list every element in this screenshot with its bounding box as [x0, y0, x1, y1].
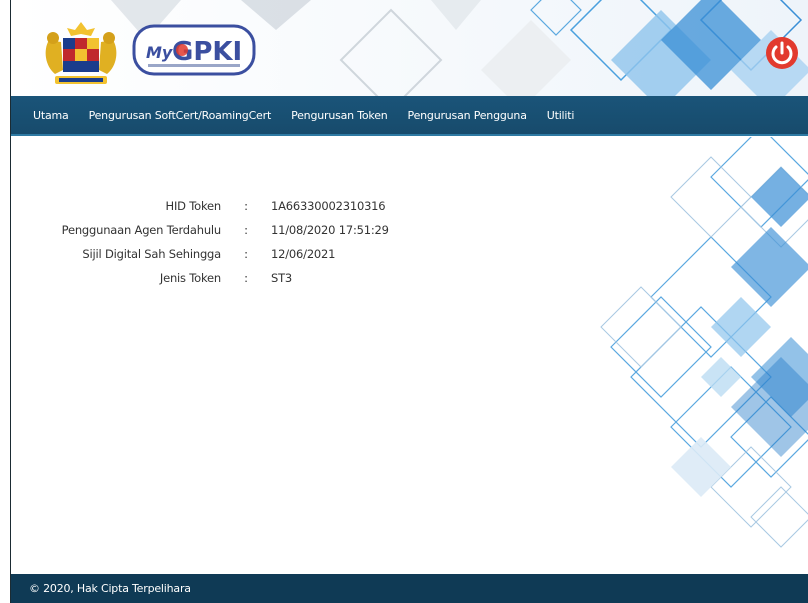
token-info-row: HID Token : 1A66330002310316	[11, 194, 389, 218]
footer-bar: © 2020, Hak Cipta Terpelihara	[11, 574, 808, 603]
token-info-row: Jenis Token : ST3	[11, 266, 389, 290]
header-banner: My GPKI	[11, 0, 808, 96]
nav-item-utama[interactable]: Utama	[33, 109, 69, 122]
nav-item-pengurusan-softcert[interactable]: Pengurusan SoftCert/RoamingCert	[89, 109, 272, 122]
main-content: HID Token : 1A66330002310316 Penggunaan …	[11, 137, 808, 574]
last-agent-usage-label: Penggunaan Agen Terdahulu	[61, 223, 222, 237]
nav-item-pengurusan-pengguna[interactable]: Pengurusan Pengguna	[408, 109, 527, 122]
malaysia-crest-logo	[45, 22, 117, 84]
main-navbar: Utama Pengurusan SoftCert/RoamingCert Pe…	[11, 96, 808, 136]
power-icon[interactable]	[765, 36, 799, 70]
hid-token-value: 1A66330002310316	[271, 199, 386, 213]
separator-colon: :	[244, 223, 248, 237]
token-info-row: Sijil Digital Sah Sehingga : 12/06/2021	[11, 242, 389, 266]
window-left-border	[0, 0, 11, 603]
token-type-label: Jenis Token	[159, 271, 221, 285]
logo-my-text: My	[146, 43, 173, 62]
cert-valid-until-label: Sijil Digital Sah Sehingga	[82, 247, 221, 261]
token-type-value: ST3	[271, 271, 293, 285]
token-info-row: Penggunaan Agen Terdahulu : 11/08/2020 1…	[11, 218, 389, 242]
separator-colon: :	[244, 247, 248, 261]
last-agent-usage-value: 11/08/2020 17:51:29	[271, 223, 389, 237]
token-info-table: HID Token : 1A66330002310316 Penggunaan …	[11, 194, 389, 290]
separator-colon: :	[244, 271, 248, 285]
hid-token-label: HID Token	[165, 199, 222, 213]
separator-colon: :	[244, 199, 248, 213]
app-window: My GPKI Utama Pengurusan SoftCert/Roamin…	[0, 0, 808, 603]
mygpki-logo: My GPKI	[132, 24, 256, 76]
nav-item-utiliti[interactable]: Utiliti	[547, 109, 575, 122]
copyright-text: © 2020, Hak Cipta Terpelihara	[29, 582, 191, 595]
nav-item-pengurusan-token[interactable]: Pengurusan Token	[291, 109, 388, 122]
header-background-pattern	[11, 0, 808, 96]
cert-valid-until-value: 12/06/2021	[271, 247, 336, 261]
